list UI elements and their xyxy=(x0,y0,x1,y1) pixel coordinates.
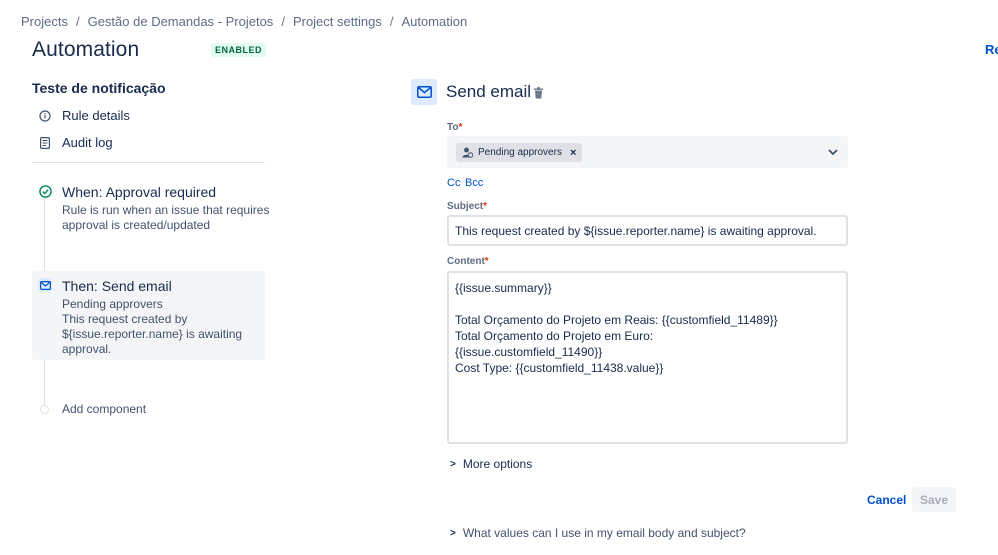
breadcrumb-project-settings[interactable]: Project settings xyxy=(293,14,382,29)
status-badge: ENABLED xyxy=(211,43,267,57)
action-step-title[interactable]: Then: Send email xyxy=(62,278,172,294)
subject-input[interactable]: This request created by ${issue.reporter… xyxy=(447,215,848,246)
breadcrumb: Projects / Gestão de Demandas - Projetos / P… xyxy=(21,14,467,29)
action-step-description: Pending approvers This request created b… xyxy=(62,297,242,357)
recipient-chip-label: Pending approvers xyxy=(478,147,562,158)
bcc-link[interactable]: Bcc xyxy=(465,177,483,189)
subject-label: Subject* xyxy=(447,201,487,212)
save-button[interactable]: Save xyxy=(912,487,956,512)
trigger-step-description: Rule is run when an issue that requires … xyxy=(62,203,269,233)
cancel-button[interactable]: Cancel xyxy=(863,488,910,512)
help-toggle[interactable]: > What values can I use in my email body… xyxy=(450,526,746,540)
required-asterisk: * xyxy=(484,256,489,267)
breadcrumb-projects[interactable]: Projects xyxy=(21,14,68,29)
breadcrumb-separator: / xyxy=(281,14,285,29)
cc-link[interactable]: Cc xyxy=(447,177,460,189)
action-desc-line: approval. xyxy=(62,342,112,356)
trigger-desc-line: approval is created/updated xyxy=(62,218,211,232)
sidebar-divider xyxy=(32,162,265,163)
page-title: Automation xyxy=(32,38,140,61)
content-line: Total Orçamento do Projeto em Euro: xyxy=(455,329,654,343)
mail-icon xyxy=(411,79,437,105)
rule-details-link[interactable]: Rule details xyxy=(38,108,130,123)
breadcrumb-separator: / xyxy=(389,14,394,29)
action-desc-line: ${issue.reporter.name} is awaiting xyxy=(62,327,243,341)
action-title: Send email xyxy=(446,82,532,101)
content-line xyxy=(455,296,840,312)
content-label-text: Content xyxy=(447,256,485,267)
chevron-right-icon: > xyxy=(450,527,456,539)
subject-label-text: Subject xyxy=(447,201,484,212)
remove-chip-icon[interactable]: × xyxy=(570,147,576,159)
content-line: Total Orçamento do Projeto em Reais: {{c… xyxy=(455,313,778,327)
trigger-desc-line: Rule is run when an issue that requires xyxy=(62,203,270,217)
info-icon xyxy=(38,109,52,123)
person-icon xyxy=(462,147,473,158)
breadcrumb-project[interactable]: Gestão de Demandas - Projetos xyxy=(88,14,274,29)
trash-icon[interactable] xyxy=(533,86,545,99)
help-label: What values can I use in my email body a… xyxy=(462,526,746,540)
add-component-button[interactable]: Add component xyxy=(62,402,146,416)
action-desc-line: Pending approvers xyxy=(62,297,163,311)
required-asterisk: * xyxy=(458,122,463,133)
header-right-link[interactable]: Re xyxy=(985,42,998,57)
recipient-chip: Pending approvers × xyxy=(456,143,583,162)
mail-icon xyxy=(38,278,52,292)
add-component-dot xyxy=(40,405,49,414)
action-desc-line: This request created by xyxy=(62,312,188,326)
trigger-step-title[interactable]: When: Approval required xyxy=(62,184,216,200)
more-options-label: More options xyxy=(462,457,533,471)
document-icon xyxy=(38,136,52,150)
rule-name: Teste de notificação xyxy=(32,80,166,96)
required-asterisk: * xyxy=(483,201,488,212)
content-line: {{issue.summary}} xyxy=(455,281,552,295)
chevron-down-icon[interactable] xyxy=(827,145,841,159)
content-textarea[interactable]: {{issue.summary}} Total Orçamento do Pro… xyxy=(447,271,848,444)
check-circle-icon xyxy=(38,184,52,198)
content-line: {{issue.customfield_11490}} xyxy=(455,345,603,359)
more-options-toggle[interactable]: > More options xyxy=(450,457,532,471)
to-label-text: To xyxy=(447,122,459,133)
chevron-right-icon: > xyxy=(450,458,456,470)
rule-details-label: Rule details xyxy=(62,108,130,123)
breadcrumb-automation[interactable]: Automation xyxy=(401,14,467,29)
audit-log-label: Audit log xyxy=(62,135,113,150)
content-line: Cost Type: {{customfield_11438.value}} xyxy=(455,361,664,375)
audit-log-link[interactable]: Audit log xyxy=(38,135,113,150)
to-label: To* xyxy=(447,122,462,133)
breadcrumb-separator: / xyxy=(75,14,80,29)
content-label: Content* xyxy=(447,256,489,267)
